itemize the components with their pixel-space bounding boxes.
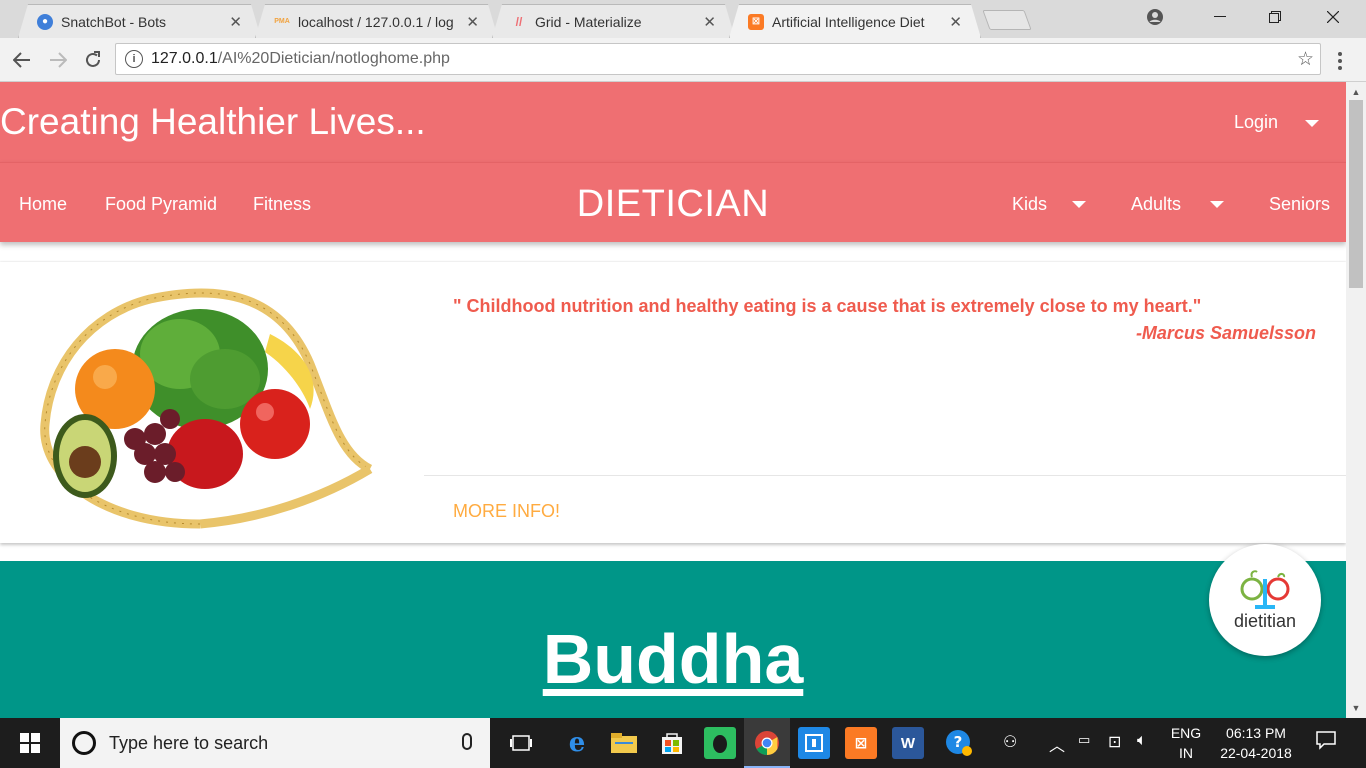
xampp-icon[interactable]: ⊠ (845, 727, 877, 759)
windows-taskbar: Type here to search e ⊠ W ? ⚇ ︿ ▭ ⊡ 🔈︎ E… (0, 718, 1366, 768)
dietitian-logo-badge[interactable]: dietitian (1209, 544, 1321, 656)
nav-link-seniors[interactable]: Seniors (1269, 194, 1330, 215)
word-icon[interactable]: W (892, 727, 924, 759)
new-tab-button[interactable] (982, 10, 1032, 30)
browser-tab-snatchbot[interactable]: ● SnatchBot - Bots ✕ (18, 4, 261, 38)
main-navbar: Home Food Pyramid Fitness DIETICIAN Kids… (0, 162, 1346, 242)
browser-menu-icon[interactable] (1330, 50, 1350, 72)
region-code: IN (1179, 745, 1193, 761)
people-icon[interactable]: ⚇ (1003, 732, 1017, 752)
clock-time: 06:13 PM (1226, 725, 1286, 741)
nav-link-adults[interactable]: Adults (1131, 194, 1181, 215)
language-code: ENG (1170, 725, 1202, 741)
profile-icon[interactable] (1132, 0, 1178, 34)
site-tagline: Creating Healthier Lives... (0, 101, 426, 142)
cortana-icon[interactable] (72, 731, 96, 755)
tab-title: Artificial Intelligence Diet (772, 13, 925, 30)
tab-title: localhost / 127.0.0.1 / log (298, 13, 454, 30)
scroll-up-arrow-icon[interactable]: ▲ (1346, 84, 1366, 100)
taskbar-search-box[interactable]: Type here to search (60, 718, 490, 768)
address-bar[interactable]: i 127.0.0.1/AI%20Dietician/notloghome.ph… (115, 43, 1321, 75)
bookmark-star-icon[interactable]: ☆ (1297, 48, 1314, 71)
materialize-favicon-icon: // (515, 14, 523, 29)
forward-button[interactable] (44, 46, 72, 74)
top-header-bar: Creating Healthier Lives... Login (0, 82, 1346, 162)
snatchbot-favicon-icon: ● (37, 14, 53, 30)
svg-text:?: ? (954, 733, 963, 751)
kids-dropdown-caret-icon[interactable] (1072, 201, 1086, 208)
volume-icon[interactable]: 🔈︎ (1137, 732, 1147, 750)
taskbar-search-placeholder: Type here to search (109, 732, 269, 753)
xampp-favicon-icon: ⊠ (748, 14, 764, 30)
reload-button[interactable] (79, 46, 107, 74)
quote-text: " Childhood nutrition and healthy eating… (453, 296, 1202, 316)
card-action-divider (424, 475, 1346, 476)
browser-tab-strip: ● SnatchBot - Bots ✕ PMA localhost / 127… (0, 0, 1366, 38)
scroll-down-arrow-icon[interactable]: ▼ (1346, 700, 1366, 716)
hero-section: Buddha (0, 561, 1346, 718)
hero-heading: Buddha (542, 620, 804, 698)
tab-title: Grid - Materialize (535, 13, 642, 30)
task-view-icon[interactable] (505, 727, 537, 759)
store-icon[interactable] (656, 727, 688, 759)
scrollbar-thumb[interactable] (1349, 100, 1363, 288)
close-tab-icon[interactable]: ✕ (703, 13, 716, 31)
quote-card: " Childhood nutrition and healthy eating… (0, 262, 1346, 543)
tab-title: SnatchBot - Bots (61, 13, 167, 30)
login-dropdown-label[interactable]: Login (1234, 112, 1278, 133)
page-viewport: Creating Healthier Lives... Login Home F… (0, 82, 1346, 718)
phpmyadmin-favicon-icon: PMA (274, 18, 290, 25)
browser-tab-dietician[interactable]: ⊠ Artificial Intelligence Diet ✕ (729, 4, 981, 38)
logo-text: dietitian (1233, 610, 1297, 631)
minimize-window-button[interactable] (1197, 0, 1243, 34)
url-host: 127.0.0.1 (151, 50, 218, 67)
vegetables-heart-tape-image (40, 288, 373, 529)
url-path: /AI%20Dietician/notloghome.php (217, 50, 450, 67)
close-tab-icon[interactable]: ✕ (466, 13, 479, 31)
browser-toolbar: i 127.0.0.1/AI%20Dietician/notloghome.ph… (0, 38, 1366, 82)
language-indicator[interactable]: ENG IN (1166, 723, 1206, 763)
code-editor-icon[interactable] (798, 727, 830, 759)
back-button[interactable] (8, 46, 36, 74)
adults-dropdown-caret-icon[interactable] (1210, 201, 1224, 208)
show-hidden-icons-chevron-icon[interactable]: ︿ (1049, 732, 1065, 756)
chrome-icon[interactable] (751, 727, 783, 759)
close-tab-icon[interactable]: ✕ (949, 13, 962, 31)
battery-icon[interactable]: ▭ (1078, 732, 1090, 748)
login-dropdown-caret-icon[interactable] (1305, 120, 1319, 127)
restore-window-button[interactable] (1252, 0, 1298, 34)
help-icon[interactable]: ? (943, 727, 975, 759)
file-explorer-icon[interactable] (608, 727, 640, 759)
close-tab-icon[interactable]: ✕ (229, 13, 242, 31)
evernote-icon[interactable] (704, 727, 736, 759)
action-center-icon[interactable] (1316, 730, 1336, 755)
network-icon[interactable]: ⊡ (1108, 732, 1121, 752)
nav-link-kids[interactable]: Kids (1012, 194, 1047, 215)
windows-start-button[interactable] (0, 718, 60, 768)
clock[interactable]: 06:13 PM 22-04-2018 (1208, 723, 1304, 763)
edge-browser-icon[interactable]: e (561, 727, 593, 759)
quote-author: -Marcus Samuelsson (1135, 323, 1316, 343)
more-info-link[interactable]: MORE INFO! (453, 501, 560, 522)
apple-scale-logo-icon (1240, 569, 1290, 609)
clock-date: 22-04-2018 (1220, 745, 1292, 761)
site-info-icon[interactable]: i (125, 50, 143, 68)
page-scrollbar[interactable]: ▲ ▼ (1346, 82, 1366, 718)
windows-logo-icon (20, 733, 40, 753)
browser-tab-phpmyadmin[interactable]: PMA localhost / 127.0.0.1 / log ✕ (255, 4, 498, 38)
microphone-icon[interactable] (462, 733, 472, 750)
close-window-button[interactable] (1310, 0, 1356, 34)
browser-tab-materialize[interactable]: // Grid - Materialize ✕ (492, 4, 735, 38)
